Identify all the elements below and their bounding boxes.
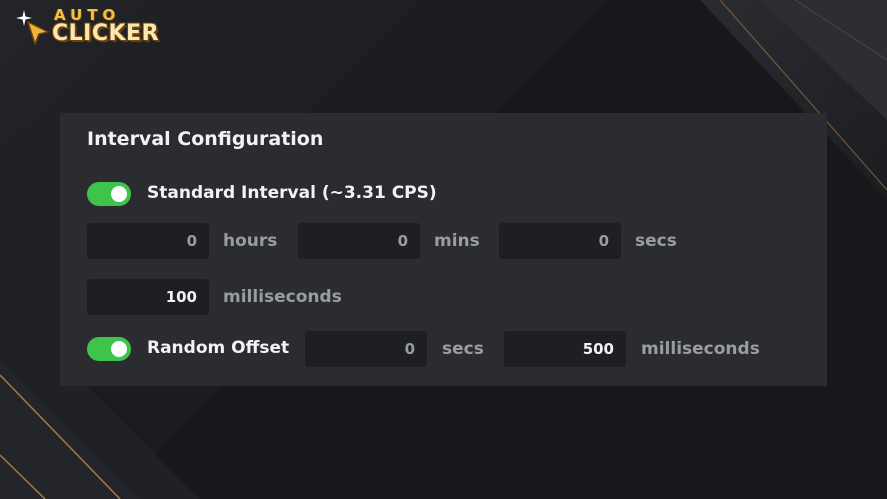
standard-interval-toggle[interactable] — [87, 182, 131, 206]
random-offset-label: Random Offset — [147, 338, 290, 358]
offset-milliseconds-input[interactable] — [504, 331, 626, 367]
cursor-icon — [27, 21, 49, 45]
app-window: AUTO CLICKER Interval Configuration Stan… — [0, 0, 887, 499]
secs-input[interactable] — [499, 223, 621, 259]
offset-milliseconds-unit-label: milliseconds — [641, 339, 760, 359]
random-offset-toggle[interactable] — [87, 337, 131, 361]
offset-secs-input[interactable] — [305, 331, 427, 367]
secs-unit-label: secs — [635, 231, 677, 251]
logo-word-clicker: CLICKER — [52, 21, 160, 46]
mins-unit-label: mins — [434, 231, 480, 251]
interval-configuration-panel: Interval Configuration Standard Interval… — [60, 113, 827, 386]
hours-input[interactable] — [87, 223, 209, 259]
app-logo: AUTO CLICKER — [14, 6, 194, 50]
hours-unit-label: hours — [223, 231, 278, 251]
mins-input[interactable] — [298, 223, 420, 259]
offset-secs-unit-label: secs — [442, 339, 484, 359]
toggle-knob — [111, 186, 127, 202]
milliseconds-unit-label: milliseconds — [223, 287, 342, 307]
standard-interval-label: Standard Interval (~3.31 CPS) — [147, 183, 437, 203]
toggle-knob — [111, 341, 127, 357]
panel-title: Interval Configuration — [87, 128, 324, 150]
milliseconds-input[interactable] — [87, 279, 209, 315]
